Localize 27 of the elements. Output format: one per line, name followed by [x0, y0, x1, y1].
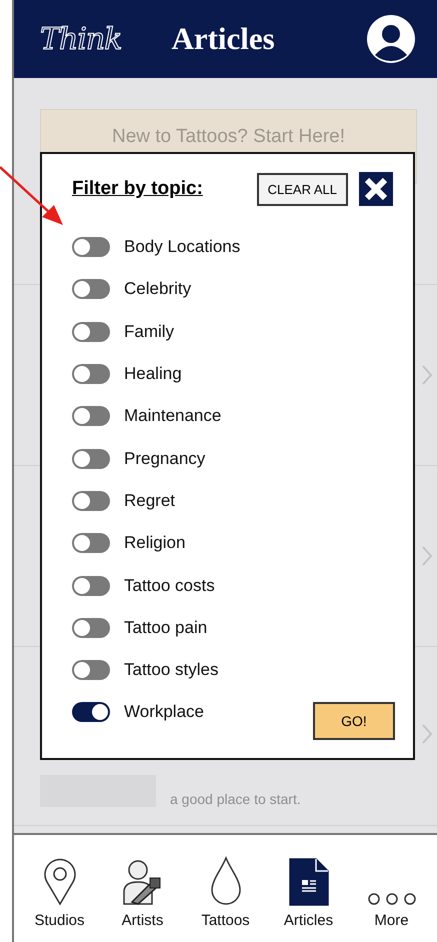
- topic-label: Religion: [124, 533, 186, 554]
- nav-label: Artists: [122, 912, 164, 928]
- topic-label: Body Locations: [124, 237, 240, 258]
- nav-label: Studios: [34, 912, 85, 928]
- article-snippet: a good place to start.: [170, 791, 301, 807]
- nav-tab[interactable]: Tattoos: [190, 848, 260, 928]
- nav-tab[interactable]: Studios: [24, 848, 94, 928]
- nav-tab[interactable]: Articles: [274, 848, 344, 928]
- app-logo: Think: [40, 22, 122, 56]
- nav-tab[interactable]: Artists: [108, 848, 178, 928]
- topic-label: Family: [124, 322, 174, 342]
- topic-label: Maintenance: [124, 406, 222, 426]
- topic-label: Tattoo costs: [124, 576, 215, 596]
- page-title: Articles: [171, 21, 276, 57]
- nav-label: Articles: [284, 912, 334, 928]
- topic-label: Celebrity: [124, 279, 192, 300]
- topic-label: Tattoo styles: [124, 660, 218, 680]
- nav-label: Tattoos: [201, 912, 250, 928]
- topic-label: Pregnancy: [124, 448, 206, 469]
- go-button[interactable]: GO!: [313, 702, 395, 740]
- topic-label: Healing: [124, 364, 182, 384]
- nav-tab[interactable]: More: [356, 848, 426, 928]
- clear-all-button[interactable]: CLEAR ALL: [256, 172, 348, 206]
- topic-label: Workplace: [124, 702, 204, 722]
- nav-label: More: [374, 912, 409, 928]
- topic-label: Regret: [124, 490, 176, 511]
- topic-label: Tattoo pain: [124, 618, 208, 638]
